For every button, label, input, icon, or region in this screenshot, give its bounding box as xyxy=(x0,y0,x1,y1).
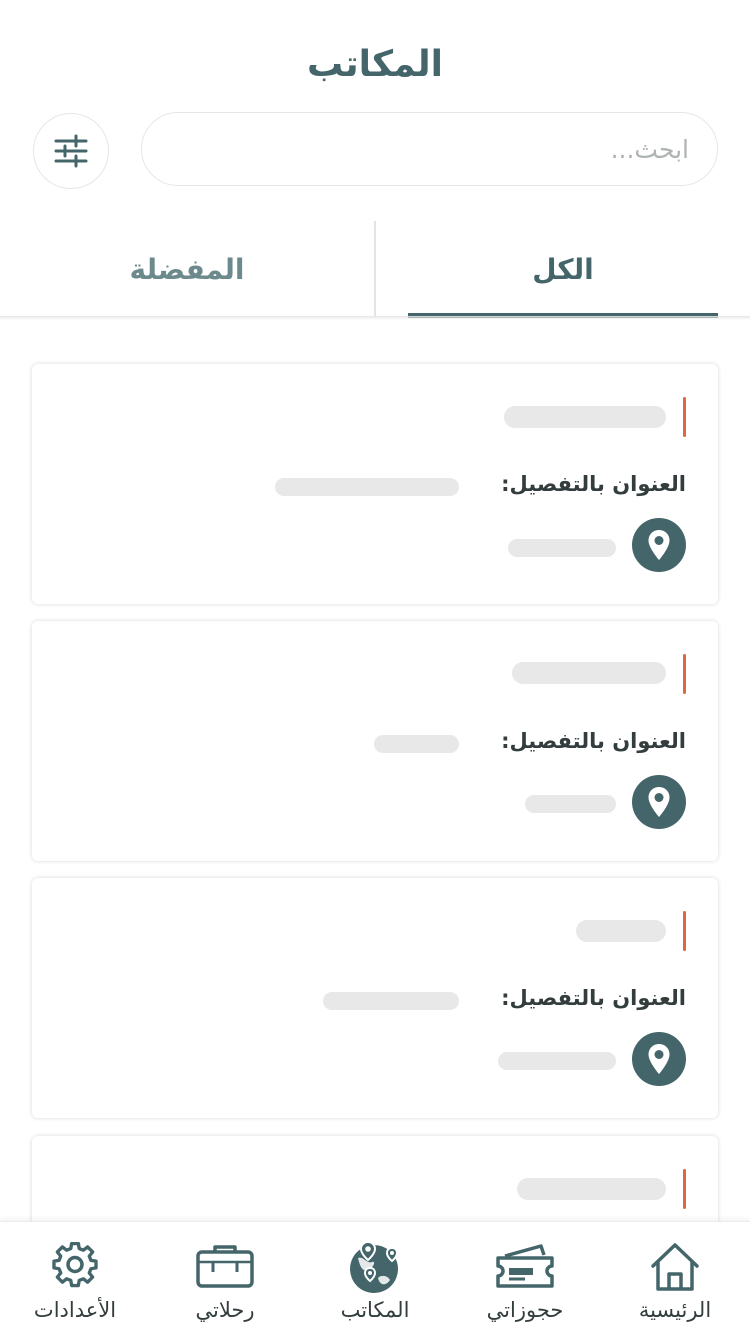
office-name-placeholder xyxy=(517,1178,666,1200)
location-pin-icon xyxy=(648,1044,670,1074)
address-placeholder xyxy=(374,735,459,753)
office-name-placeholder xyxy=(576,920,666,942)
location-button[interactable] xyxy=(632,518,686,572)
card-accent-bar xyxy=(683,911,686,951)
nav-home-label: الرئيسية xyxy=(638,1298,712,1322)
tabs-divider-shadow xyxy=(0,316,750,320)
tab-all[interactable]: الكل xyxy=(376,221,750,317)
location-button[interactable] xyxy=(632,775,686,829)
address-label: العنوان بالتفصيل: xyxy=(501,729,686,753)
location-pin-icon xyxy=(648,787,670,817)
address-label: العنوان بالتفصيل: xyxy=(501,986,686,1010)
nav-offices-label: المكاتب xyxy=(340,1298,410,1322)
location-placeholder xyxy=(498,1052,616,1070)
nav-home[interactable]: الرئيسية xyxy=(600,1222,750,1334)
sliders-icon xyxy=(54,134,88,168)
office-card[interactable]: العنوان بالتفصيل: xyxy=(32,364,718,604)
office-name-placeholder xyxy=(512,662,666,684)
suitcase-icon xyxy=(195,1240,255,1294)
bottom-navigation: الرئيسية حجوزاتي المكاتب رحلاتي الأعدادا… xyxy=(0,1221,750,1334)
ticket-icon xyxy=(495,1240,555,1294)
office-name-placeholder xyxy=(504,406,666,428)
location-button[interactable] xyxy=(632,1032,686,1086)
card-accent-bar xyxy=(683,654,686,694)
office-card[interactable]: العنوان بالتفصيل: xyxy=(32,621,718,861)
page-title: المكاتب xyxy=(306,44,444,85)
nav-settings[interactable]: الأعدادات xyxy=(0,1222,150,1334)
card-accent-bar xyxy=(683,1169,686,1209)
location-placeholder xyxy=(508,539,616,557)
nav-trips[interactable]: رحلاتي xyxy=(150,1222,300,1334)
office-card[interactable]: العنوان بالتفصيل: xyxy=(32,878,718,1118)
home-icon xyxy=(645,1240,705,1294)
location-pin-icon xyxy=(648,530,670,560)
nav-bookings-label: حجوزاتي xyxy=(486,1298,564,1322)
tab-favorites[interactable]: المفضلة xyxy=(0,221,374,317)
address-label: العنوان بالتفصيل: xyxy=(501,472,686,496)
gear-icon xyxy=(45,1240,105,1294)
card-accent-bar xyxy=(683,397,686,437)
nav-settings-label: الأعدادات xyxy=(33,1298,117,1322)
nav-offices[interactable]: المكاتب xyxy=(300,1222,450,1334)
nav-trips-label: رحلاتي xyxy=(195,1298,255,1322)
address-placeholder xyxy=(323,992,459,1010)
nav-bookings[interactable]: حجوزاتي xyxy=(450,1222,600,1334)
location-placeholder xyxy=(525,795,616,813)
tab-bar: الكل المفضلة xyxy=(0,221,750,318)
filter-button[interactable] xyxy=(33,113,109,189)
offices-screen: المكاتب الكل المفضلة العنوان بالتفصيل: xyxy=(0,0,750,1334)
tab-divider xyxy=(374,221,376,317)
search-input[interactable] xyxy=(142,113,717,185)
search-box xyxy=(141,112,718,186)
address-placeholder xyxy=(275,478,459,496)
globe-pins-icon xyxy=(345,1240,405,1294)
